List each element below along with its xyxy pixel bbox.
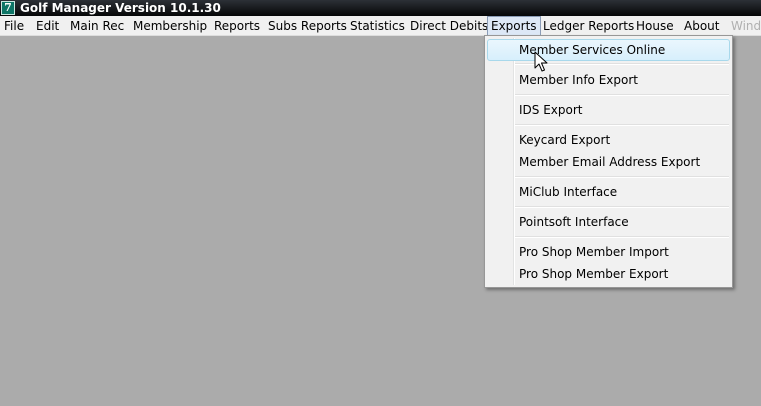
menu-item-member-info-export[interactable]: Member Info Export	[487, 69, 730, 91]
menu-item-label: Pro Shop Member Import	[519, 245, 669, 259]
menu-item-label: MiClub Interface	[519, 185, 618, 199]
menu-exports[interactable]: Exports	[487, 16, 541, 36]
menu-separator	[515, 124, 729, 126]
menu-item-pro-shop-member-import[interactable]: Pro Shop Member Import	[487, 241, 730, 263]
menu-reports[interactable]: Reports	[214, 16, 260, 36]
menu-subs-reports[interactable]: Subs Reports	[268, 16, 347, 36]
menu-item-miclub-interface[interactable]: MiClub Interface	[487, 181, 730, 203]
window-title-bar[interactable]: 7 Golf Manager Version 10.1.30	[0, 0, 761, 16]
menu-ledger-reports[interactable]: Ledger Reports	[543, 16, 634, 36]
arrow-pointer-icon	[534, 51, 548, 72]
menu-item-label: Keycard Export	[519, 133, 611, 147]
app-icon[interactable]: 7	[1, 1, 15, 15]
menu-file[interactable]: File	[4, 16, 24, 36]
menu-item-label: Pro Shop Member Export	[519, 267, 669, 281]
menu-item-label: IDS Export	[519, 103, 583, 117]
menu-item-label: Member Email Address Export	[519, 155, 701, 169]
menu-statistics[interactable]: Statistics	[350, 16, 405, 36]
menu-direct-debits[interactable]: Direct Debits	[410, 16, 488, 36]
menu-item-pro-shop-member-export[interactable]: Pro Shop Member Export	[487, 263, 730, 285]
menu-separator	[515, 176, 729, 178]
menu-item-keycard-export[interactable]: Keycard Export	[487, 129, 730, 151]
menu-separator	[515, 206, 729, 208]
menu-item-pointsoft-interface[interactable]: Pointsoft Interface	[487, 211, 730, 233]
menu-edit[interactable]: Edit	[36, 16, 59, 36]
menu-item-ids-export[interactable]: IDS Export	[487, 99, 730, 121]
menu-house[interactable]: House	[636, 16, 674, 36]
exports-dropdown-menu: Member Services Online Member Info Expor…	[484, 35, 733, 288]
menu-main-rec[interactable]: Main Rec	[70, 16, 124, 36]
menu-window[interactable]: Windo	[731, 16, 761, 36]
menu-separator	[515, 236, 729, 238]
menu-item-member-email-address-export[interactable]: Member Email Address Export	[487, 151, 730, 173]
window-title: Golf Manager Version 10.1.30	[20, 1, 221, 15]
menu-bar: File Edit Main Rec Membership Reports Su…	[0, 16, 761, 36]
menu-membership[interactable]: Membership	[133, 16, 207, 36]
menu-item-member-services-online[interactable]: Member Services Online	[487, 39, 730, 61]
menu-item-label: Pointsoft Interface	[519, 215, 629, 229]
menu-about[interactable]: About	[684, 16, 719, 36]
menu-separator	[515, 94, 729, 96]
